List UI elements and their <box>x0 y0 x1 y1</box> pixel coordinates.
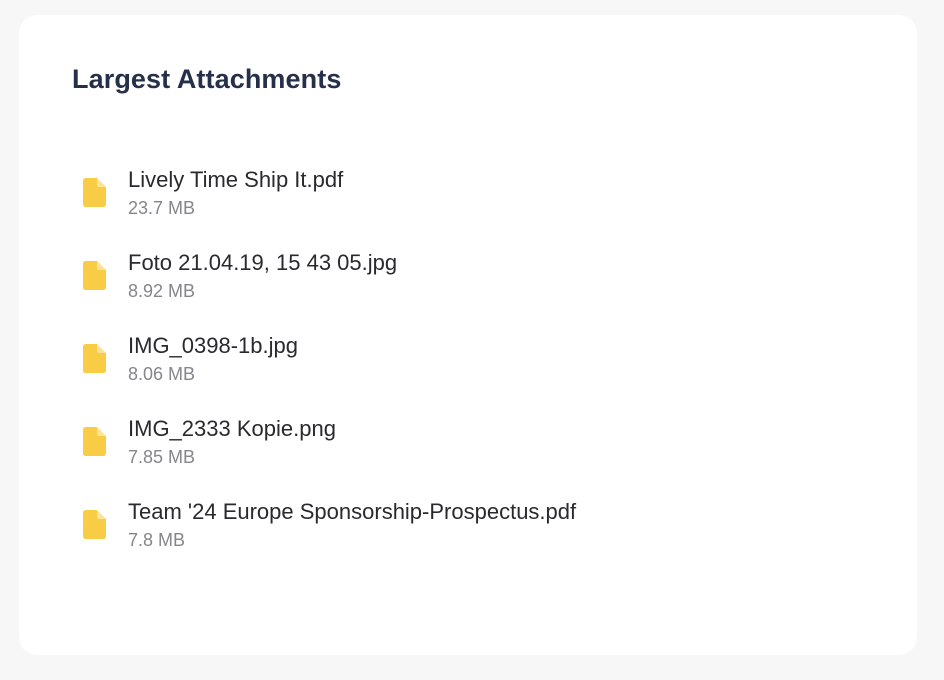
attachment-name: IMG_0398-1b.jpg <box>128 332 298 358</box>
attachment-name: Lively Time Ship It.pdf <box>128 166 344 192</box>
attachment-name: IMG_2333 Kopie.png <box>128 415 336 441</box>
attachment-size: 8.92 MB <box>128 280 196 301</box>
largest-attachments-card: Largest Attachments Lively Time Ship It.… <box>19 15 917 655</box>
attachment-item[interactable]: IMG_2333 Kopie.png 7.85 MB <box>83 400 576 483</box>
attachment-name: Team '24 Europe Sponsorship-Prospectus.p… <box>128 498 577 524</box>
attachment-item[interactable]: IMG_0398-1b.jpg 8.06 MB <box>83 317 576 400</box>
attachment-size: 7.8 MB <box>128 529 186 550</box>
attachment-size: 8.06 MB <box>128 363 196 384</box>
attachment-name: Foto 21.04.19, 15 43 05.jpg <box>128 249 398 275</box>
attachment-text: Lively Time Ship It.pdf 23.7 MB <box>128 166 343 220</box>
attachment-item[interactable]: Lively Time Ship It.pdf 23.7 MB <box>83 151 576 234</box>
attachment-item[interactable]: Foto 21.04.19, 15 43 05.jpg 8.92 MB <box>83 234 576 317</box>
attachment-text: Team '24 Europe Sponsorship-Prospectus.p… <box>128 498 576 552</box>
file-icon <box>83 178 106 207</box>
card-title: Largest Attachments <box>72 64 342 94</box>
attachment-size: 23.7 MB <box>128 197 196 218</box>
file-icon <box>83 510 106 539</box>
attachment-item[interactable]: Team '24 Europe Sponsorship-Prospectus.p… <box>83 483 576 566</box>
attachment-list: Lively Time Ship It.pdf 23.7 MB Foto 21.… <box>83 151 576 566</box>
attachment-size: 7.85 MB <box>128 446 196 467</box>
attachment-text: Foto 21.04.19, 15 43 05.jpg 8.92 MB <box>128 249 397 303</box>
file-icon <box>83 261 106 290</box>
file-icon <box>83 344 106 373</box>
attachment-text: IMG_2333 Kopie.png 7.85 MB <box>128 415 336 469</box>
attachment-text: IMG_0398-1b.jpg 8.06 MB <box>128 332 298 386</box>
file-icon <box>83 427 106 456</box>
